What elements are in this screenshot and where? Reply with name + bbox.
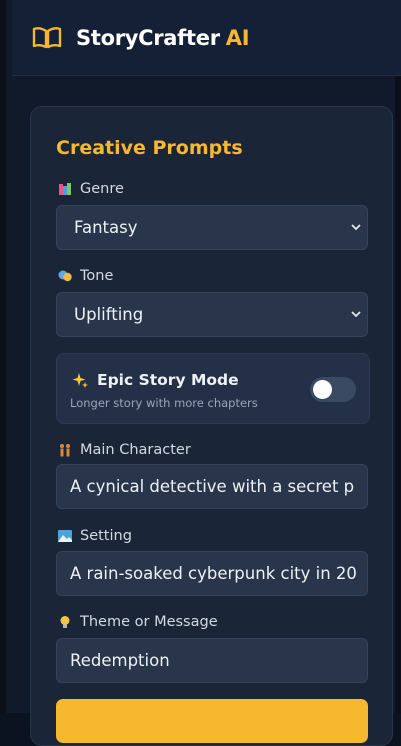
setting-value: A rain-soaked cyberpunk city in 20 xyxy=(70,564,357,583)
setting-input[interactable]: A rain-soaked cyberpunk city in 20 xyxy=(56,551,368,596)
toggle-knob xyxy=(313,380,332,399)
theme-label-text: Theme or Message xyxy=(80,614,218,630)
chevron-down-icon xyxy=(351,224,361,231)
epic-story-mode-title: Epic Story Mode xyxy=(72,371,239,389)
books-icon xyxy=(59,183,71,195)
setting-label: Setting xyxy=(58,528,132,544)
epic-story-mode-description: Longer story with more chapters xyxy=(70,396,258,410)
people-icon xyxy=(60,444,70,457)
epic-story-mode-card: Epic Story Mode Longer story with more c… xyxy=(56,353,370,424)
epic-story-mode-toggle[interactable] xyxy=(310,377,356,402)
tone-label-text: Tone xyxy=(80,268,114,284)
theme-label: Theme or Message xyxy=(58,614,218,630)
app-header: StoryCrafter AI xyxy=(12,0,401,76)
theme-input[interactable]: Redemption xyxy=(56,638,368,683)
generate-story-button[interactable] xyxy=(56,699,368,743)
chevron-down-icon xyxy=(351,311,361,318)
lightbulb-icon xyxy=(60,616,70,628)
tone-select[interactable]: Uplifting xyxy=(56,292,368,337)
main-character-input[interactable]: A cynical detective with a secret p xyxy=(56,464,368,509)
tone-label: Tone xyxy=(58,268,113,284)
main-character-label-text: Main Character xyxy=(80,442,191,458)
epic-story-mode-label: Epic Story Mode xyxy=(97,371,239,389)
main-character-value: A cynical detective with a secret p xyxy=(70,477,355,496)
sparkles-icon xyxy=(72,372,88,388)
genre-label-text: Genre xyxy=(80,181,124,197)
genre-label: Genre xyxy=(58,181,124,197)
landscape-icon xyxy=(58,530,72,542)
theme-value: Redemption xyxy=(70,651,170,670)
main-character-label: Main Character xyxy=(58,442,191,458)
app-title-main: StoryCrafter xyxy=(76,25,220,50)
panel-title: Creative Prompts xyxy=(56,137,243,159)
open-book-icon xyxy=(32,26,62,48)
setting-label-text: Setting xyxy=(80,528,132,544)
genre-select[interactable]: Fantasy xyxy=(56,205,368,250)
app-title-accent: AI xyxy=(225,25,250,50)
tone-select-value: Uplifting xyxy=(74,305,144,324)
creative-prompts-panel: Creative Prompts Genre Fantasy Tone Upli… xyxy=(30,106,393,746)
theater-masks-icon xyxy=(58,270,72,282)
app-title: StoryCrafter AI xyxy=(76,25,250,50)
genre-select-value: Fantasy xyxy=(74,218,138,237)
app-frame: StoryCrafter AI Creative Prompts Genre Fa… xyxy=(0,0,401,746)
